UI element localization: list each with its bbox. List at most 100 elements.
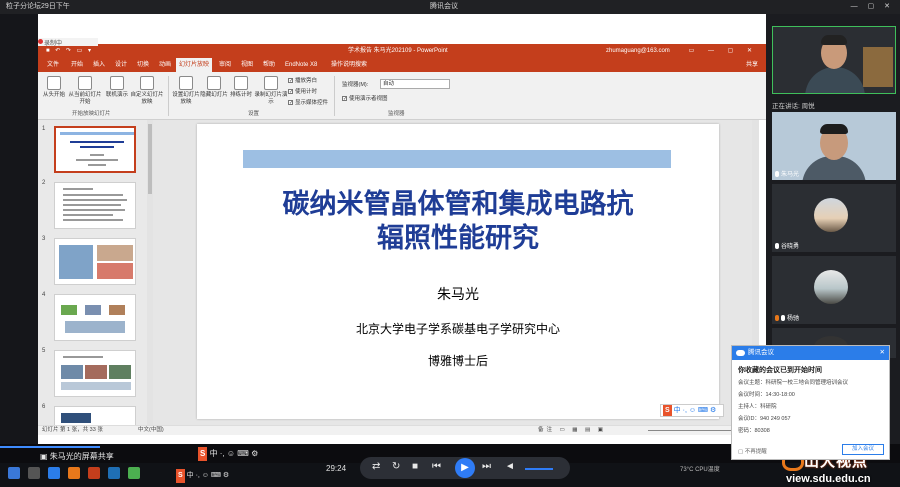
ppt-window-title: 学术报告 朱马光202109 - PowerPoint	[348, 48, 448, 54]
video-tile[interactable]	[772, 26, 896, 94]
timing-checkbox[interactable]: ✓ 使用计时	[288, 87, 317, 95]
previous-icon[interactable]: ⏮	[432, 461, 441, 472]
wechat-icon[interactable]	[128, 467, 140, 479]
browser-icon[interactable]	[108, 467, 120, 479]
playback-time: 29:24	[326, 464, 347, 473]
meeting-time: 会议时间：14:30-18:00	[738, 392, 795, 398]
language: 中文(中国)	[138, 427, 164, 433]
slide-thumbnail[interactable]	[54, 406, 136, 425]
slide-thumbnail[interactable]	[54, 126, 136, 173]
no-remind-checkbox[interactable]: ▢ 不再提醒	[738, 447, 767, 455]
slide-thumbnail[interactable]	[54, 294, 136, 341]
video-tile[interactable]: 杨驰	[772, 256, 896, 324]
slide-counter: 幻灯片 第 1 张，共 33 张	[42, 427, 103, 433]
slide-author: 朱马光	[437, 286, 479, 302]
monitor-select[interactable]: 自动	[380, 79, 450, 89]
custom-icon	[140, 76, 154, 90]
custom-show-button[interactable]: 自定义幻灯片放映	[130, 76, 164, 106]
slideshow-icon	[47, 76, 61, 90]
hide-slide-button[interactable]: 隐藏幻灯片	[200, 76, 228, 99]
presenter-view-checkbox[interactable]: ✓ 使用演示者视图	[342, 94, 388, 102]
online-icon	[110, 76, 124, 90]
view-buttons[interactable]: 备注 ▭ ▦ ▤ ▣	[538, 426, 606, 435]
volume-slider[interactable]	[525, 468, 553, 470]
stop-icon[interactable]: ■	[412, 461, 418, 472]
powerpoint-icon[interactable]	[88, 467, 100, 479]
meeting-host: 主持人：科研院	[738, 404, 777, 410]
shuffle-icon[interactable]: ⇄	[372, 461, 380, 472]
meeting-topic: 会议主题：科研院一校三地合同管理培训会议	[738, 380, 849, 386]
group-start-show: 开始放映幻灯片	[72, 111, 111, 117]
divider	[168, 76, 169, 116]
mic-icon	[775, 243, 779, 250]
join-meeting-button[interactable]: 加入会议	[842, 444, 884, 455]
tab-insert[interactable]: 插入	[90, 58, 108, 72]
meeting-app-title: 腾讯会议	[430, 3, 458, 10]
cpu-temp: 73°C CPU温度	[680, 467, 720, 473]
ime-toolbar-bottom[interactable]: S 中 ·, ☺ ⌨ ⚙	[198, 447, 258, 461]
recording-indicator: 录制中	[38, 38, 98, 47]
rehearse-button[interactable]: 排练计时	[228, 76, 254, 99]
ribbon: 从头开始 从当前幻灯片开始 联机演示 自定义幻灯片放映 开始放映幻灯片 设置幻灯…	[38, 72, 766, 120]
group-setup: 设置	[248, 111, 260, 117]
thumb-number: 4	[42, 292, 46, 298]
tab-search[interactable]: 操作说明搜索	[328, 58, 370, 72]
folder-icon[interactable]	[68, 467, 80, 479]
media-controls-checkbox[interactable]: ✓ 显示媒体控件	[288, 98, 328, 106]
current-slide[interactable]: 碳纳米管晶体管和集成电路抗 辐照性能研究 朱马光 北京大学电子学系碳基电子学研究…	[197, 124, 719, 419]
record-show-button[interactable]: 录制幻灯片演示	[254, 76, 288, 106]
narration-checkbox[interactable]: ✓ 播放旁白	[288, 76, 317, 84]
close-icon[interactable]: ✕	[880, 346, 885, 360]
tab-animations[interactable]: 动画	[156, 58, 174, 72]
tab-file[interactable]: 文件	[44, 58, 62, 72]
repeat-icon[interactable]: ↻	[392, 461, 400, 472]
from-beginning-button[interactable]: 从头开始	[40, 76, 68, 99]
play-button[interactable]: ▶	[455, 458, 475, 478]
slide-thumbnail[interactable]	[54, 182, 136, 229]
screen-share-label: ▣ 朱马光的屏幕共享	[40, 452, 114, 461]
windows-icon[interactable]	[8, 467, 20, 479]
tab-slideshow[interactable]: 幻灯片放映	[176, 58, 213, 72]
slide-thumbnail[interactable]	[54, 350, 136, 397]
search-icon[interactable]	[28, 467, 40, 479]
notification-title: 你收藏的会议已到开始时间	[738, 367, 822, 374]
next-icon[interactable]: ⏭	[482, 461, 491, 472]
meeting-app-icon[interactable]	[48, 467, 60, 479]
ppt-window-buttons[interactable]: ▭ — ▢ ✕	[689, 44, 758, 58]
ime-toolbar[interactable]: S中 ·, ☺ ⌨ ⚙	[660, 404, 724, 417]
avatar	[814, 198, 848, 232]
participant-name: 朱马光	[775, 169, 799, 178]
tab-view[interactable]: 视图	[238, 58, 256, 72]
tab-home[interactable]: 开始	[68, 58, 86, 72]
tab-design[interactable]: 设计	[112, 58, 130, 72]
avatar	[814, 270, 848, 304]
video-tile[interactable]: 谷晓勇	[772, 184, 896, 252]
setup-show-button[interactable]: 设置幻灯片放映	[172, 76, 200, 106]
tab-transitions[interactable]: 切换	[134, 58, 152, 72]
from-current-button[interactable]: 从当前幻灯片开始	[68, 76, 102, 106]
volume-icon[interactable]: ◄	[505, 461, 515, 472]
share-button[interactable]: 共享	[746, 58, 758, 72]
left-strip	[0, 14, 38, 444]
slide-title-line2: 辐照性能研究	[377, 223, 539, 253]
slide-header-bar	[243, 150, 671, 168]
window-controls[interactable]: — ▢ ✕	[851, 0, 894, 14]
thumb-number: 2	[42, 180, 46, 186]
group-monitor: 监视器	[388, 111, 405, 117]
present-online-button[interactable]: 联机演示	[104, 76, 130, 99]
tab-review[interactable]: 审阅	[216, 58, 234, 72]
slide-thumbnail[interactable]	[54, 238, 136, 285]
video-tile[interactable]: 朱马光	[772, 112, 896, 180]
thumb-number: 1	[42, 126, 46, 132]
mic-icon	[781, 315, 785, 322]
slide-thumbnail-panel: 1 2 3 4 5 6	[38, 120, 148, 425]
meeting-titlebar: 粒子分论坛29日下午 腾讯会议 — ▢ ✕	[0, 0, 900, 14]
setup-icon	[179, 76, 193, 90]
ppt-user[interactable]: zhumaguang@163.com	[606, 44, 670, 58]
tab-help[interactable]: 帮助	[260, 58, 278, 72]
tab-endnote[interactable]: EndNote X8	[282, 58, 320, 72]
ribbon-tabs: 文件 开始 插入 设计 切换 动画 幻灯片放映 审阅 视图 帮助 EndNote…	[38, 58, 766, 72]
participant-name: 杨驰	[775, 313, 799, 322]
meeting-name: 粒子分论坛29日下午	[6, 3, 70, 10]
ime-toolbar-taskbar[interactable]: S 中 ·, ☺ ⌨ ⚙	[176, 469, 229, 483]
